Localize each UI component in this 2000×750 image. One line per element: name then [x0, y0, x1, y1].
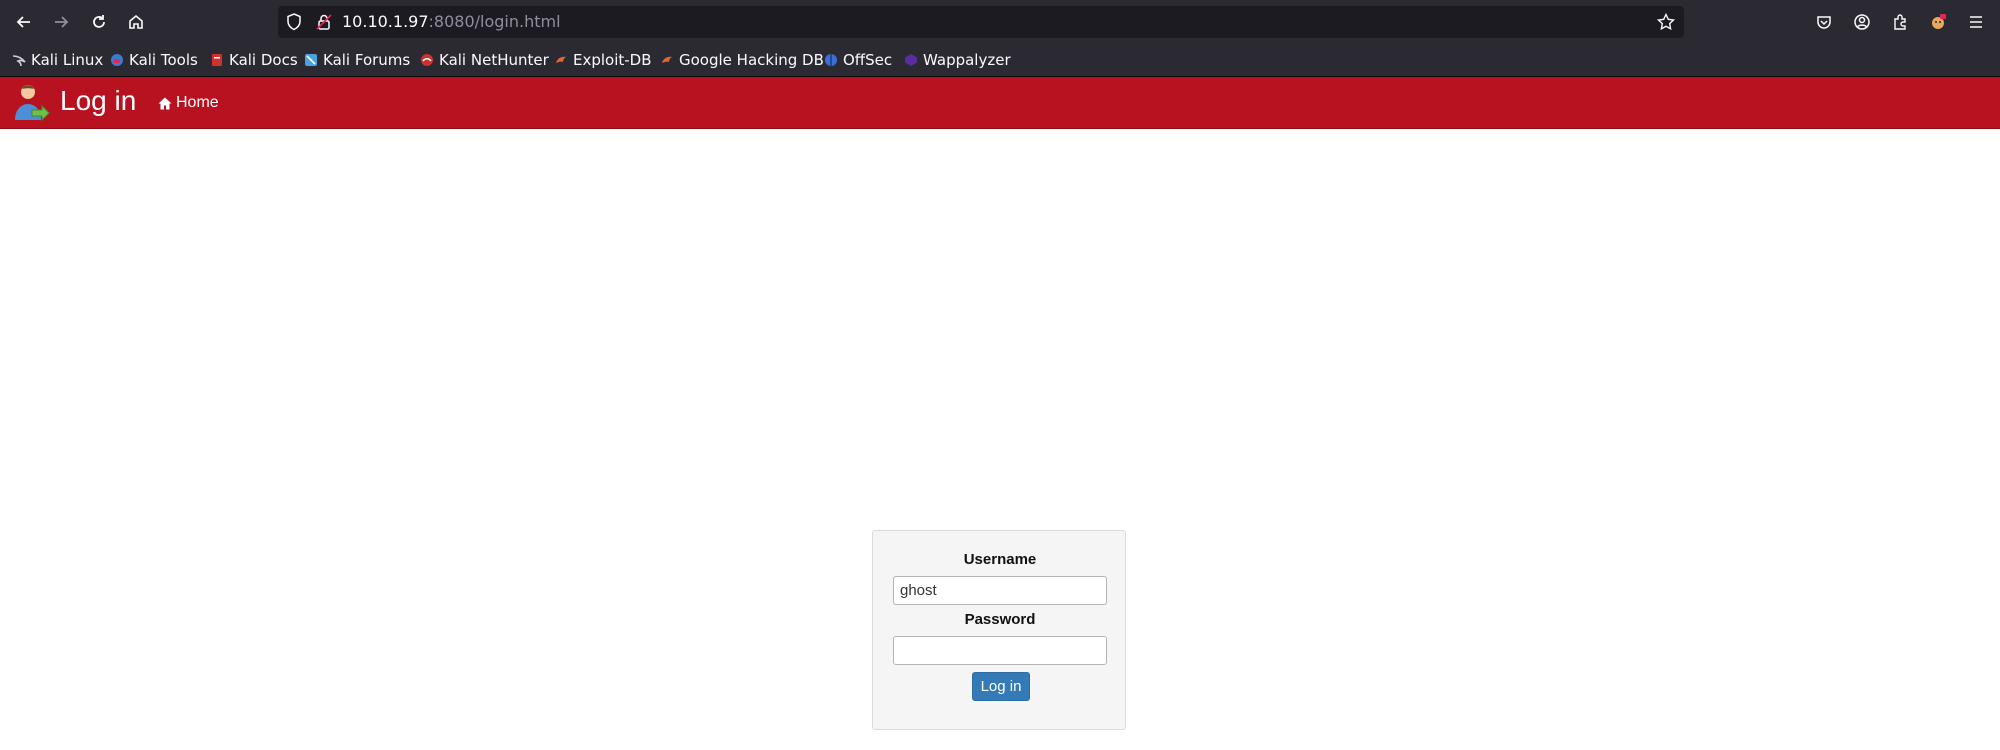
- bookmark-wappalyzer[interactable]: Wappalyzer: [904, 50, 1011, 70]
- url-text[interactable]: 10.10.1.97:8080/login.html: [342, 13, 561, 31]
- bookmark-kali-nethunter[interactable]: Kali NetHunter: [420, 50, 549, 70]
- menu-button[interactable]: [1962, 8, 1990, 36]
- home-button[interactable]: [122, 8, 150, 36]
- back-icon: [16, 16, 30, 28]
- kali-dragon-icon: [12, 55, 26, 67]
- bookmark-kali-docs[interactable]: Kali Docs: [210, 50, 298, 70]
- extensions-icon: [1894, 14, 1906, 30]
- user-login-icon: [15, 85, 50, 122]
- password-field[interactable]: [893, 636, 1107, 665]
- reload-button[interactable]: [85, 8, 113, 36]
- bookmark-kali-linux[interactable]: Kali Linux: [12, 50, 103, 70]
- bookmark-google-hacking-db[interactable]: Google Hacking DB: [660, 50, 824, 70]
- bookmark-exploit-db[interactable]: Exploit-DB: [554, 50, 652, 70]
- home-link[interactable]: Home: [158, 93, 219, 113]
- username-field[interactable]: ghost: [893, 576, 1107, 605]
- pocket-button[interactable]: [1810, 8, 1838, 36]
- username-label: Username: [963, 551, 1037, 568]
- bookmark-label: Exploit-DB: [573, 51, 652, 69]
- exploit-db-icon: [556, 56, 566, 63]
- lock-icon[interactable]: [314, 12, 334, 32]
- forward-icon: [55, 16, 69, 28]
- login-button[interactable]: Log in: [972, 672, 1030, 701]
- bookmark-label: Kali Forums: [323, 51, 411, 69]
- kali-nethunter-icon: [421, 54, 433, 66]
- bookmark-kali-tools[interactable]: Kali Tools: [110, 50, 198, 70]
- menu-icon: [1970, 16, 1982, 28]
- bookmark-offsec[interactable]: OffSec: [824, 50, 892, 70]
- back-button[interactable]: [10, 8, 38, 36]
- star-icon[interactable]: [1656, 12, 1676, 32]
- account-icon: [1854, 14, 1870, 30]
- url-host: 10.10.1.97: [342, 12, 429, 31]
- url-path: :8080/login.html: [428, 12, 561, 31]
- bookmark-label: Kali NetHunter: [439, 51, 549, 69]
- profile-icon: [1932, 14, 1946, 29]
- google-hacking-db-icon: [662, 56, 672, 63]
- url-bar[interactable]: 10.10.1.97:8080/login.html: [278, 6, 1684, 38]
- page-header: Log in Home: [0, 77, 2000, 129]
- bookmarks-toolbar: Kali Linux Kali Tools Kali Docs Kali For…: [0, 44, 2000, 77]
- profile-button[interactable]: [1924, 8, 1952, 36]
- bookmark-label: Kali Tools: [129, 51, 198, 69]
- login-form: Username ghost Password Log in: [872, 530, 1126, 730]
- pocket-icon: [1817, 16, 1831, 29]
- offsec-icon: [825, 54, 837, 66]
- bookmark-label: Kali Linux: [31, 51, 104, 69]
- home-link-label: Home: [176, 94, 219, 111]
- kali-docs-icon: [212, 54, 222, 66]
- reload-icon: [93, 15, 105, 28]
- home-icon: [158, 97, 172, 109]
- forward-button[interactable]: [47, 8, 75, 36]
- account-button[interactable]: [1848, 8, 1876, 36]
- shield-icon[interactable]: [284, 12, 304, 32]
- page-title: Log in: [60, 85, 137, 116]
- bookmark-label: Wappalyzer: [923, 51, 1011, 69]
- bookmark-label: OffSec: [843, 51, 893, 69]
- browser-toolbar: 10.10.1.97:8080/login.html: [0, 0, 2000, 44]
- home-icon: [129, 14, 143, 29]
- password-label: Password: [964, 611, 1036, 628]
- wappalyzer-icon: [905, 54, 917, 66]
- extensions-button[interactable]: [1886, 8, 1914, 36]
- bookmark-label: Google Hacking DB: [679, 51, 824, 69]
- bookmark-kali-forums[interactable]: Kali Forums: [304, 50, 410, 70]
- kali-tools-icon: [111, 54, 123, 66]
- bookmark-label: Kali Docs: [229, 51, 298, 69]
- kali-forums-icon: [305, 54, 317, 66]
